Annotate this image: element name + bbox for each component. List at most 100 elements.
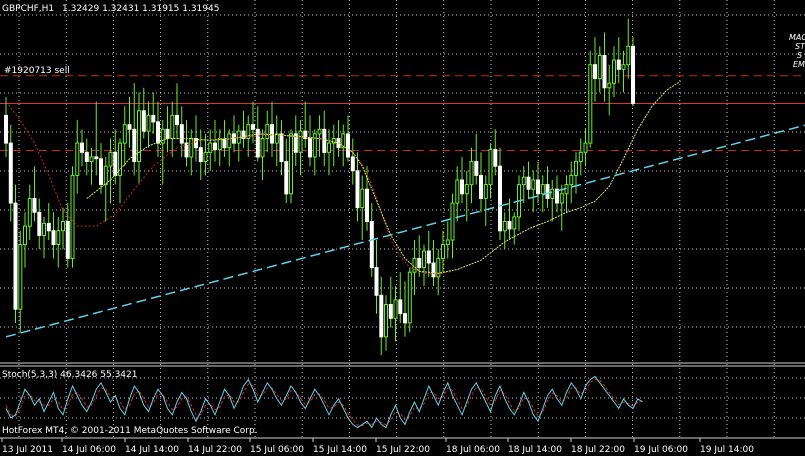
candle-bull <box>483 184 488 199</box>
x-tick-label: 14 Jul 22:00 <box>188 445 242 455</box>
x-tick-label: 14 Jul 06:00 <box>62 445 116 455</box>
candle-bear <box>369 221 374 269</box>
candle-bull <box>550 188 555 199</box>
candle-bear <box>631 45 635 104</box>
stoch-label: Stoch(5,3,3) 46.3426 55.3421 <box>2 370 137 380</box>
candle-bull <box>464 184 469 195</box>
candle-bear <box>4 114 8 144</box>
candle-bear <box>365 188 369 222</box>
x-tick-label: 18 Jul 06:00 <box>446 445 500 455</box>
candle-bull <box>588 64 593 144</box>
candle-bear <box>13 202 18 310</box>
candle-bull <box>18 244 23 310</box>
candle-bull <box>122 124 127 144</box>
candle-bull <box>621 64 626 70</box>
candle-bull <box>607 82 612 89</box>
x-tick-label: 18 Jul 22:00 <box>571 445 625 455</box>
candle-bear <box>279 133 284 163</box>
candle-bear <box>426 250 431 264</box>
candle-bull <box>265 124 270 139</box>
candle-bear <box>198 147 203 162</box>
candle-bull <box>559 193 564 204</box>
candle-bear <box>251 124 255 130</box>
candle-bear <box>507 221 512 230</box>
x-tick-label: 15 Jul 14:00 <box>313 445 367 455</box>
candle-bear <box>94 156 99 160</box>
candle-bull <box>317 128 322 135</box>
x-tick-label: 18 Jul 14:00 <box>508 445 562 455</box>
candle-bear <box>141 110 146 132</box>
candle-bull <box>61 221 65 232</box>
candle-bear <box>403 313 407 324</box>
candle-bear <box>308 138 312 158</box>
candle-bear <box>165 128 170 140</box>
candle-bear <box>80 142 84 153</box>
candle-bull <box>384 304 388 338</box>
candle-bull <box>502 221 507 232</box>
candle-bear <box>536 179 540 195</box>
candle-bull <box>227 133 232 149</box>
candle-bear <box>398 299 403 315</box>
candle-bull <box>521 176 526 186</box>
candle-bear <box>460 179 464 195</box>
candle-bear <box>270 124 274 144</box>
corner-label-4: EM <box>793 60 805 69</box>
candle-bear <box>32 198 37 213</box>
candle-bear <box>213 142 217 151</box>
candle-bear <box>346 133 350 158</box>
candle-bull <box>42 222 46 236</box>
candle-bull <box>103 165 108 186</box>
candle-bear <box>322 128 327 153</box>
candle-bear <box>417 257 422 269</box>
candle-bull <box>289 133 293 195</box>
candle-bear <box>355 170 360 209</box>
x-tick-label: 19 Jul 14:00 <box>700 445 754 455</box>
x-tick-label: 15 Jul 06:00 <box>250 445 304 455</box>
candle-bear <box>113 151 118 176</box>
candle-bear <box>8 142 13 204</box>
candle-bull <box>203 151 208 163</box>
candle-bull <box>445 239 450 246</box>
candle-bear <box>284 161 289 195</box>
candle-bear <box>493 149 498 167</box>
candle-bull <box>441 244 445 259</box>
candle-bull <box>512 216 517 230</box>
candle-bear <box>616 59 621 70</box>
candle-bear <box>194 138 198 149</box>
candle-bull <box>27 198 32 227</box>
candle-bear <box>175 114 179 126</box>
candle-bull <box>189 138 194 158</box>
order-label[interactable]: #1920713 sell <box>4 66 70 76</box>
candle-bull <box>89 156 94 162</box>
candle-bull <box>531 179 536 190</box>
candle-bear <box>84 151 89 163</box>
candle-bear <box>37 211 42 236</box>
candle-bear <box>474 161 479 176</box>
candle-bull <box>160 128 165 144</box>
candle-bull <box>612 59 616 84</box>
candle-bull <box>312 133 317 158</box>
candle-bull <box>578 151 583 163</box>
candle-bull <box>626 45 631 66</box>
x-tick-label: 15 Jul 22:00 <box>376 445 430 455</box>
candle-bear <box>379 294 384 338</box>
candle-bear <box>350 156 355 172</box>
candle-bear <box>388 304 393 319</box>
candle-bear <box>479 174 483 199</box>
candle-bull <box>422 250 426 269</box>
candle-bull <box>574 161 578 176</box>
candle-bear <box>99 158 103 186</box>
candle-bull <box>108 151 113 167</box>
price-chart[interactable]: 13 Jul 2011 14 Jul 06:00 14 Jul 14:00 14 Ju… <box>0 0 805 456</box>
candle-bull <box>75 142 80 176</box>
candle-bear <box>132 128 137 163</box>
candle-bear <box>374 267 379 296</box>
candle-bull <box>56 230 61 245</box>
candle-bull <box>597 55 602 80</box>
candle-bear <box>151 114 156 123</box>
candle-bear <box>127 124 132 130</box>
candle-bull <box>298 130 303 153</box>
candle-bull <box>137 110 141 163</box>
candle-bull <box>146 114 151 132</box>
candle-bull <box>455 179 460 204</box>
